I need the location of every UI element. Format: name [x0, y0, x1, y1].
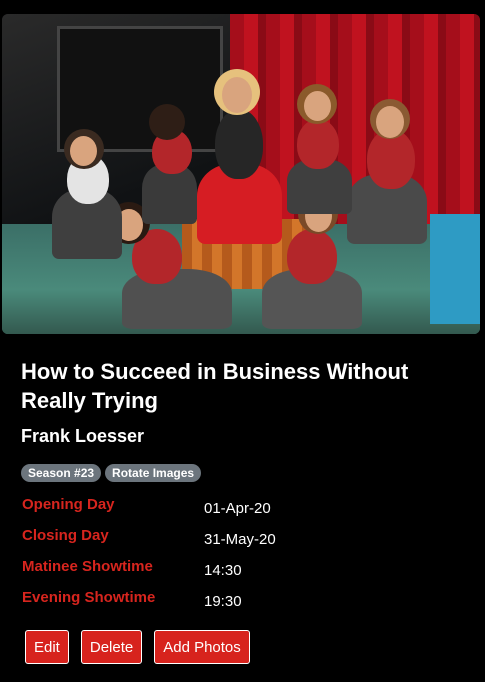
rotate-images-badge[interactable]: Rotate Images [105, 464, 202, 482]
dancer-hair [149, 104, 185, 140]
show-card: How to Succeed in Business Without Reall… [0, 0, 485, 682]
detail-label: Evening Showtime [22, 589, 156, 606]
dancer-head [70, 136, 97, 166]
detail-row-closing: Closing Day 31-May-20 [22, 527, 276, 558]
dancer-head [376, 106, 404, 138]
show-title: How to Succeed in Business Without Reall… [21, 359, 409, 413]
dancer-body [215, 109, 263, 179]
show-author: Frank Loesser [21, 426, 145, 446]
detail-label: Matinee Showtime [22, 558, 153, 575]
add-photos-button[interactable]: Add Photos [154, 630, 250, 664]
show-photo [2, 14, 480, 334]
badge-group: Season #23 Rotate Images [21, 464, 202, 482]
delete-button[interactable]: Delete [80, 630, 143, 664]
photo-table [430, 214, 480, 324]
detail-row-opening: Opening Day 01-Apr-20 [22, 496, 276, 527]
detail-label: Closing Day [22, 527, 109, 544]
detail-row-evening: Evening Showtime 19:30 [22, 589, 276, 620]
detail-row-matinee: Matinee Showtime 14:30 [22, 558, 276, 589]
action-bar: Edit Delete Add Photos [25, 630, 250, 664]
detail-value: 31-May-20 [204, 531, 276, 548]
dancer-head [304, 91, 331, 121]
detail-label: Opening Day [22, 496, 115, 513]
dancer-body [287, 229, 337, 284]
season-badge: Season #23 [21, 464, 102, 482]
dancer-body [297, 119, 339, 169]
detail-value: 14:30 [204, 562, 242, 579]
dancer-head [222, 77, 252, 113]
show-details: Opening Day 01-Apr-20 Closing Day 31-May… [22, 496, 276, 620]
dancer-skirt [122, 269, 232, 329]
edit-button[interactable]: Edit [25, 630, 69, 664]
detail-value: 01-Apr-20 [204, 500, 271, 517]
detail-value: 19:30 [204, 593, 242, 610]
